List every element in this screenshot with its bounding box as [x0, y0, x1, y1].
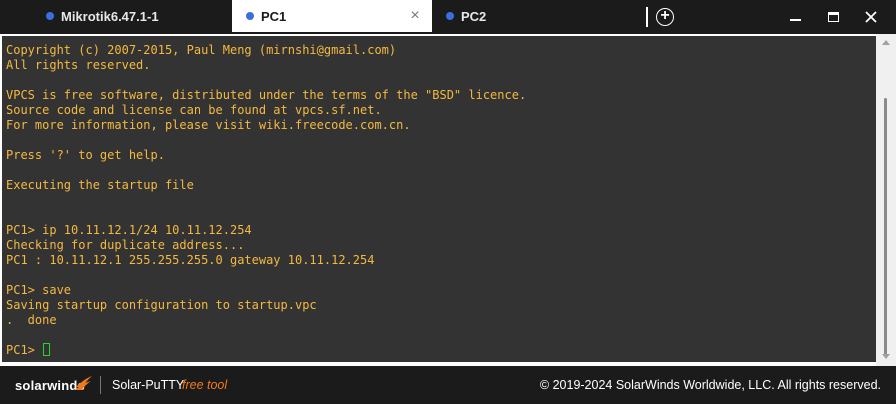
status-footer: solarwinds Solar-PuTTY free tool © 2019-…: [0, 366, 896, 404]
vertical-scrollbar[interactable]: [876, 34, 896, 366]
terminal-line: Copyright (c) 2007-2015, Paul Meng (mirn…: [6, 43, 397, 57]
status-dot-icon: [46, 12, 54, 20]
terminal-line: Executing the startup file: [6, 178, 194, 192]
product-name: Solar-PuTTY: [112, 378, 185, 392]
terminal-line: . done: [6, 313, 57, 327]
status-dot-icon: [446, 12, 454, 20]
terminal-line: Press '?' to get help.: [6, 148, 165, 162]
tab-mikrotik[interactable]: Mikrotik6.47.1-1: [32, 0, 232, 32]
terminal-line: PC1> ip 10.11.12.1/24 10.11.12.254: [6, 223, 252, 237]
scroll-thumb[interactable]: [884, 98, 887, 356]
tab-divider: [646, 7, 648, 27]
tab-label: PC2: [461, 8, 487, 24]
terminal-line: Source code and license can be found at …: [6, 103, 382, 117]
terminal-console[interactable]: Copyright (c) 2007-2015, Paul Meng (mirn…: [2, 36, 876, 362]
tab-label: Mikrotik6.47.1-1: [61, 8, 159, 24]
copyright-text: © 2019-2024 SolarWinds Worldwide, LLC. A…: [539, 378, 881, 392]
close-tab-icon[interactable]: ×: [408, 8, 422, 24]
terminal-output: Copyright (c) 2007-2015, Paul Meng (mirn…: [6, 43, 526, 358]
scroll-up-arrow-icon[interactable]: [882, 40, 890, 45]
terminal-line: For more information, please visit wiki.…: [6, 118, 411, 132]
status-dot-icon: [246, 12, 254, 20]
terminal-line: PC1 : 10.11.12.1 255.255.255.0 gateway 1…: [6, 253, 375, 267]
tab-pc2[interactable]: PC2: [432, 0, 632, 32]
terminal-line: PC1> save: [6, 283, 72, 297]
terminal-line: All rights reserved.: [6, 58, 151, 72]
tab-pc1[interactable]: PC1 ×: [232, 0, 432, 32]
terminal-cursor: [43, 343, 51, 356]
minimize-icon: [789, 19, 801, 21]
terminal-frame: Copyright (c) 2007-2015, Paul Meng (mirn…: [0, 34, 896, 366]
free-tool-label: free tool: [182, 378, 228, 392]
solarwinds-logo-icon: [75, 376, 92, 390]
maximize-icon: [827, 12, 839, 22]
maximize-button[interactable]: [816, 4, 850, 30]
close-window-button[interactable]: [854, 4, 888, 30]
tab-label: PC1: [261, 8, 287, 24]
terminal-prompt: PC1>: [6, 343, 43, 357]
close-icon: [865, 11, 877, 23]
terminal-line: Checking for duplicate address...: [6, 238, 245, 252]
terminal-line: Saving startup configuration to startup.…: [6, 298, 317, 312]
add-tab-icon[interactable]: +: [656, 8, 674, 26]
minimize-button[interactable]: [778, 4, 812, 30]
scroll-down-arrow-icon[interactable]: [882, 354, 890, 359]
tab-bar: Mikrotik6.47.1-1 PC1 × PC2: [0, 0, 896, 34]
terminal-line: VPCS is free software, distributed under…: [6, 88, 527, 102]
footer-divider: [100, 376, 101, 394]
terminal-prompt-line[interactable]: PC1>: [6, 343, 526, 358]
